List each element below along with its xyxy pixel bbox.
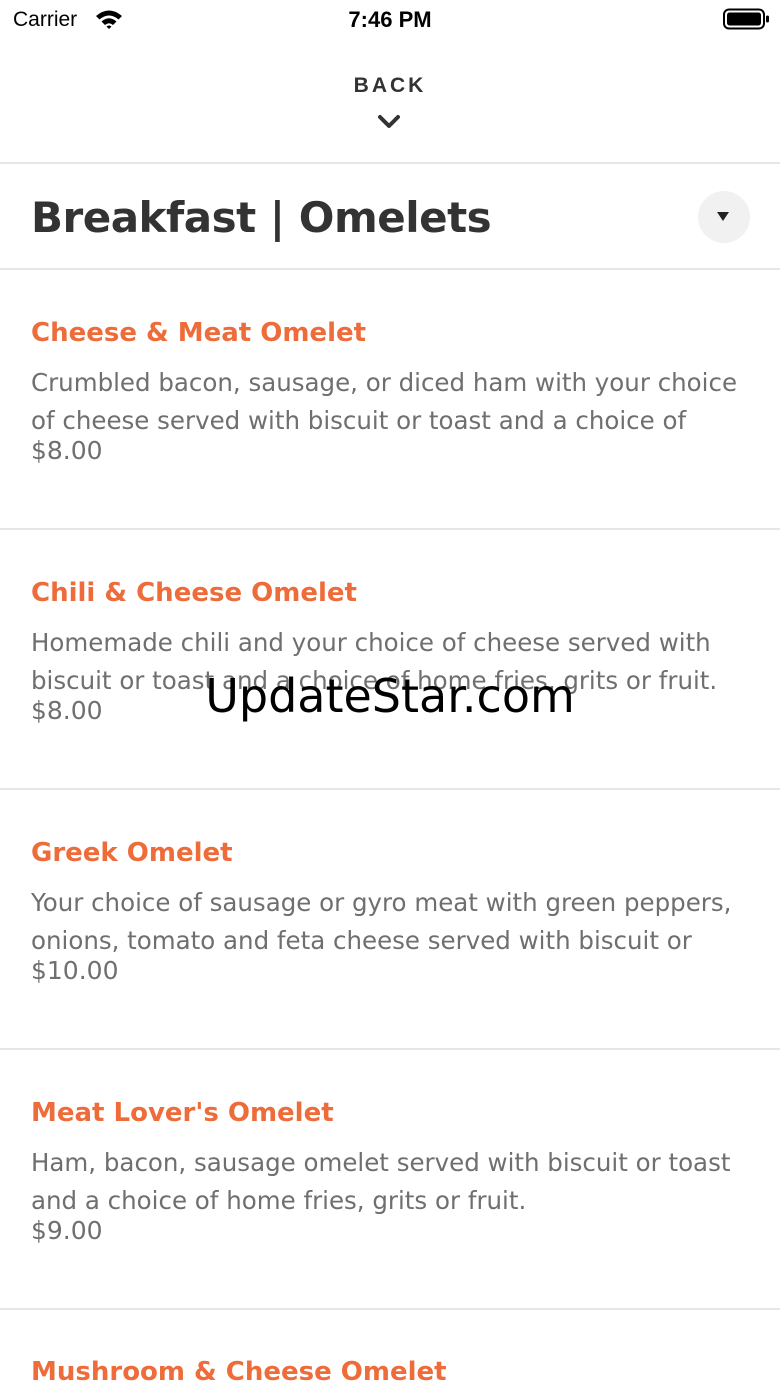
item-description: Homemade chili and your choice of cheese…: [31, 628, 718, 695]
menu-item-chili-cheese-omelet[interactable]: Chili & Cheese Omelet Homemade chili and…: [0, 530, 780, 788]
battery-icon: [723, 8, 769, 30]
divider: [0, 162, 780, 164]
menu-item-meat-lovers-omelet[interactable]: Meat Lover's Omelet Ham, bacon, sausage …: [0, 1050, 780, 1308]
status-bar: Carrier 7:46 PM: [0, 0, 780, 40]
item-name: Chili & Cheese Omelet: [31, 578, 357, 608]
back-label: BACK: [353, 74, 427, 97]
item-name: Greek Omelet: [31, 838, 233, 868]
item-name: Meat Lover's Omelet: [31, 1098, 334, 1128]
page-title: Breakfast | Omelets: [31, 193, 492, 242]
item-price: $10.00: [31, 956, 119, 985]
caret-down-icon: [717, 212, 729, 221]
menu-item-mushroom-cheese-omelet[interactable]: Mushroom & Cheese Omelet: [0, 1310, 780, 1387]
status-time: 7:46 PM: [348, 7, 432, 32]
menu-item-greek-omelet[interactable]: Greek Omelet Your choice of sausage or g…: [0, 790, 780, 1048]
item-name: Mushroom & Cheese Omelet: [31, 1357, 447, 1387]
menu-item-cheese-meat-omelet[interactable]: Cheese & Meat Omelet Crumbled bacon, sau…: [0, 270, 780, 528]
item-description: Crumbled bacon, sausage, or diced ham wi…: [31, 368, 738, 435]
item-price: $9.00: [31, 1216, 103, 1245]
item-price: $8.00: [31, 436, 103, 465]
chevron-down-icon: [378, 115, 400, 128]
item-description: Ham, bacon, sausage omelet served with b…: [31, 1148, 731, 1215]
back-button[interactable]: BACK: [0, 40, 780, 162]
item-name: Cheese & Meat Omelet: [31, 318, 367, 348]
item-price: $8.00: [31, 696, 103, 725]
category-dropdown-button[interactable]: [698, 191, 750, 243]
item-description: Your choice of sausage or gyro meat with…: [31, 888, 732, 955]
